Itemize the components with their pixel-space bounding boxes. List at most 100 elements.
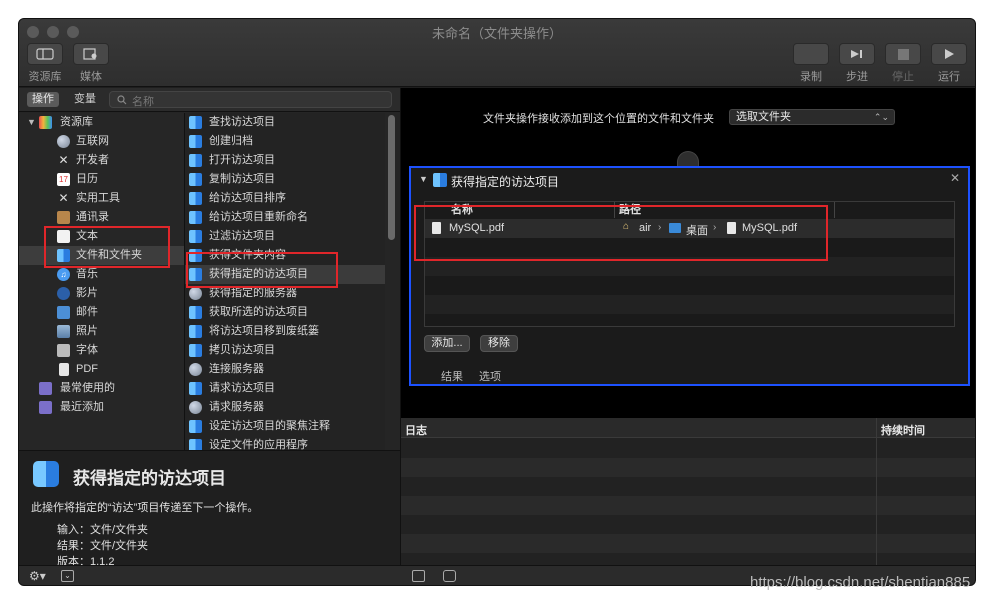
description-input: 输入：文件/文件夹 [57, 524, 149, 536]
media-button[interactable] [73, 43, 109, 65]
split-view-icon[interactable] [443, 570, 456, 582]
library-item-utilities[interactable]: ✕ 实用工具 [19, 189, 184, 208]
search-placeholder: 名称 [132, 96, 154, 108]
step-button[interactable] [839, 43, 875, 65]
tab-variables[interactable]: 变量 [69, 92, 101, 107]
description-toggle-icon[interactable]: ⌄ [61, 570, 74, 582]
action-item[interactable]: 给访达项目重新命名 [185, 208, 385, 227]
stop-button[interactable] [885, 43, 921, 65]
pdf-icon [59, 363, 69, 376]
action-item[interactable]: 打开访达项目 [185, 151, 385, 170]
record-label: 录制 [800, 71, 822, 83]
music-icon: ♫ [57, 268, 70, 281]
library-item-mail[interactable]: 邮件 [19, 303, 184, 322]
library-item-photos[interactable]: 照片 [19, 322, 184, 341]
remove-button[interactable]: 移除 [480, 335, 518, 352]
library-item-movies[interactable]: 影片 [19, 284, 184, 303]
mail-icon [57, 306, 70, 319]
workflow-connector [677, 151, 699, 167]
sidebar-icon [36, 48, 54, 60]
action-item[interactable]: 设定访达项目的聚焦注释 [185, 417, 385, 436]
column-divider [876, 418, 877, 565]
action-item[interactable]: 拷贝访达项目 [185, 341, 385, 360]
library-item-developer[interactable]: ✕ 开发者 [19, 151, 184, 170]
action-item[interactable]: 过滤访达项目 [185, 227, 385, 246]
action-item[interactable]: 复制访达项目 [185, 170, 385, 189]
play-icon [945, 49, 954, 59]
list-view-icon[interactable] [412, 570, 425, 582]
library-item-root[interactable]: ▼ 资源库 [19, 113, 184, 132]
step-label: 步进 [846, 71, 868, 83]
annotation-box [414, 205, 828, 261]
updown-chevron-icon: ⌃⌄ [873, 112, 889, 122]
disclosure-triangle-icon[interactable]: ▼ [419, 174, 428, 184]
library-icon [39, 116, 52, 129]
workflow-pane: 文件夹操作接收添加到这个位置的文件和文件夹 选取文件夹 ⌃⌄ ▼ 获得指定的访达… [400, 88, 975, 565]
tab-actions[interactable]: 操作 [27, 92, 59, 107]
close-icon[interactable]: ✕ [950, 171, 960, 185]
action-item-label: 打开访达项目 [209, 154, 275, 166]
library-item-label: 影片 [76, 287, 98, 299]
library-item-label: PDF [76, 363, 98, 375]
action-item[interactable]: 设定文件的应用程序 [185, 436, 385, 450]
finder-icon [189, 439, 202, 450]
finder-icon [189, 230, 202, 243]
action-item[interactable]: 创建归档 [185, 132, 385, 151]
search-input[interactable]: 名称 [109, 91, 392, 108]
action-card: ▼ 获得指定的访达项目 ✕ 名称 路径 MySQL.pdf ⌂ air › 桌面… [409, 166, 970, 386]
action-list-scrollbar[interactable] [388, 115, 395, 240]
run-button[interactable] [931, 43, 967, 65]
movie-icon [57, 287, 70, 300]
add-button[interactable]: 添加... [424, 335, 470, 352]
action-item-label: 查找访达项目 [209, 116, 275, 128]
action-item[interactable]: 给访达项目排序 [185, 189, 385, 208]
action-item[interactable]: 请求访达项目 [185, 379, 385, 398]
library-item-label: 实用工具 [76, 192, 120, 204]
finder-icon [33, 461, 59, 487]
font-icon [57, 344, 70, 357]
library-item-label: 资源库 [60, 116, 93, 128]
stop-icon [897, 48, 909, 60]
toolbar: 未命名（文件夹操作） 资源库 媒体 录制 步进 停止 运行 [19, 19, 975, 87]
action-item-label: 给访达项目重新命名 [209, 211, 308, 223]
library-item-internet[interactable]: 互联网 [19, 132, 184, 151]
log-row [401, 534, 975, 553]
finder-icon [189, 382, 202, 395]
action-item-label: 复制访达项目 [209, 173, 275, 185]
column-header-duration[interactable]: 持续时间 [881, 422, 925, 438]
tab-options[interactable]: 选项 [479, 368, 501, 384]
finder-icon [189, 325, 202, 338]
finder-icon [189, 116, 202, 129]
library-item-most-used[interactable]: 最常使用的 [19, 379, 184, 398]
annotation-box [186, 252, 338, 288]
column-header-log[interactable]: 日志 [405, 422, 427, 438]
empty-row [425, 295, 954, 314]
library-item-calendar[interactable]: 17 日历 [19, 170, 184, 189]
record-icon [806, 49, 816, 59]
library-item-recently-added[interactable]: 最近添加 [19, 398, 184, 417]
globe-icon [189, 401, 202, 414]
folder-select[interactable]: 选取文件夹 ⌃⌄ [729, 109, 895, 125]
description-title: 获得指定的访达项目 [73, 469, 226, 488]
action-item[interactable]: 请求服务器 [185, 398, 385, 417]
finder-icon [189, 192, 202, 205]
action-item-label: 设定文件的应用程序 [209, 439, 308, 450]
library-item-fonts[interactable]: 字体 [19, 341, 184, 360]
action-item[interactable]: 将访达项目移到废纸篓 [185, 322, 385, 341]
library-item-label: 邮件 [76, 306, 98, 318]
library-item-pdf[interactable]: PDF [19, 360, 184, 379]
action-item[interactable]: 查找访达项目 [185, 113, 385, 132]
library-toggle-button[interactable] [27, 43, 63, 65]
action-item-label: 请求访达项目 [209, 382, 275, 394]
contacts-icon [57, 211, 70, 224]
globe-icon [189, 363, 202, 376]
tab-results[interactable]: 结果 [441, 368, 463, 384]
record-button[interactable] [793, 43, 829, 65]
action-item-label: 将访达项目移到废纸篓 [209, 325, 319, 337]
action-item[interactable]: 连接服务器 [185, 360, 385, 379]
disclosure-triangle-icon[interactable]: ▼ [27, 113, 36, 132]
library-item-contacts[interactable]: 通讯录 [19, 208, 184, 227]
action-item[interactable]: 获取所选的访达项目 [185, 303, 385, 322]
gear-icon[interactable]: ⚙▾ [29, 569, 46, 583]
run-label: 运行 [938, 71, 960, 83]
